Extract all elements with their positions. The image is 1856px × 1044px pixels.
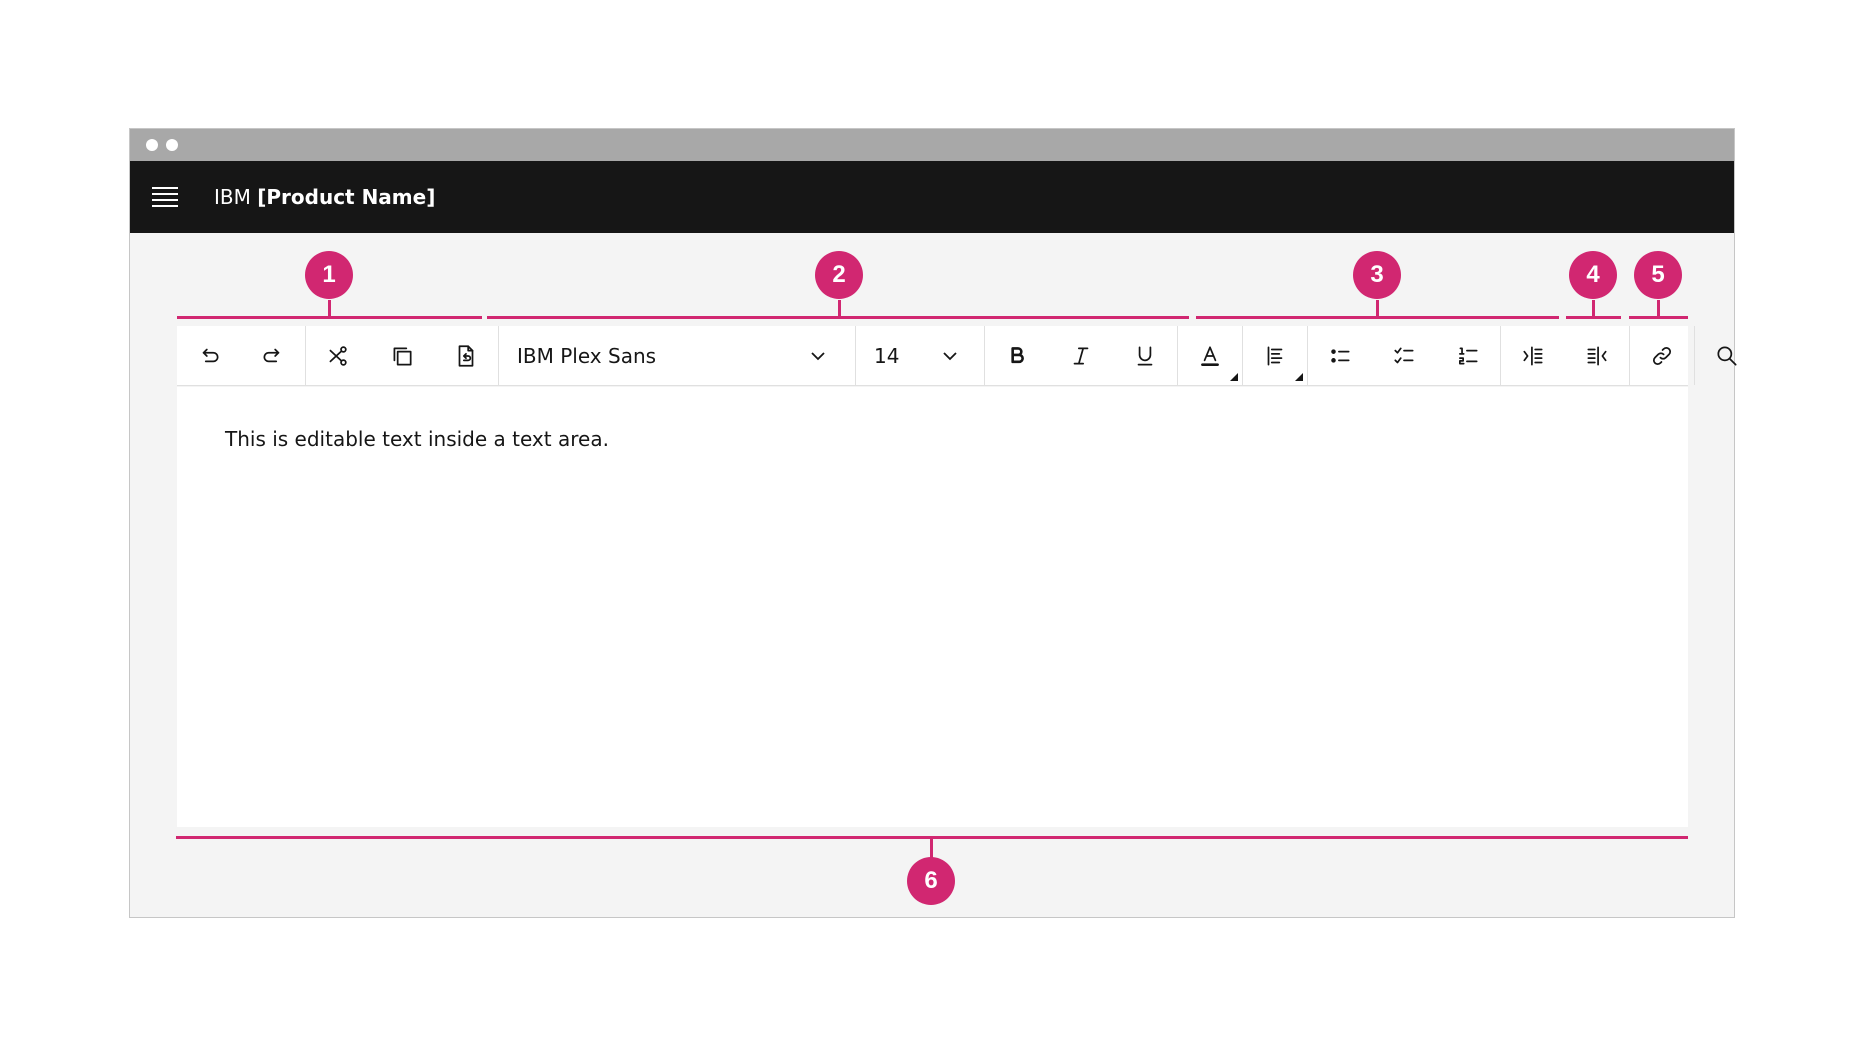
numbered-list-button[interactable] xyxy=(1436,326,1500,385)
annotation-stem xyxy=(838,300,841,317)
annotation-stem xyxy=(1376,300,1379,317)
link-icon xyxy=(1652,346,1672,365)
indent-icon xyxy=(1523,345,1543,366)
menu-indicator xyxy=(1230,373,1238,381)
text-color-button[interactable] xyxy=(1178,326,1242,385)
copy-button[interactable] xyxy=(370,326,434,385)
text-color-icon xyxy=(1201,345,1219,366)
font-family-value: IBM Plex Sans xyxy=(517,343,657,368)
annotation-badge: 2 xyxy=(815,251,863,299)
outdent-button[interactable] xyxy=(1565,326,1629,385)
undo-icon xyxy=(202,348,219,362)
window-titlebar xyxy=(130,129,1734,161)
product-name: [Product Name] xyxy=(257,185,436,209)
editor-toolbar: IBM Plex Sans 14 xyxy=(177,326,1737,386)
search-icon xyxy=(1717,345,1737,366)
chevron-down-icon xyxy=(943,351,957,360)
bulleted-list-button[interactable] xyxy=(1308,326,1372,385)
font-family-select[interactable]: IBM Plex Sans xyxy=(499,326,855,385)
indent-button[interactable] xyxy=(1501,326,1565,385)
redo-icon xyxy=(263,348,280,362)
search-button[interactable] xyxy=(1695,326,1759,385)
window-dot xyxy=(166,139,178,151)
paste-button[interactable] xyxy=(434,326,498,385)
numbered-list-icon xyxy=(1459,347,1478,364)
copy-icon xyxy=(393,347,412,366)
annotation-stem xyxy=(1592,300,1595,317)
editable-text[interactable]: This is editable text inside a text area… xyxy=(225,427,609,451)
paste-icon xyxy=(458,344,474,367)
annotation-stem xyxy=(930,838,933,858)
bulleted-list-icon xyxy=(1331,348,1350,363)
scissors-icon xyxy=(329,345,347,366)
brand-prefix: IBM xyxy=(214,185,251,209)
annotation-stem xyxy=(328,300,331,317)
font-size-value: 14 xyxy=(874,343,900,368)
align-left-icon xyxy=(1267,345,1283,366)
menu-icon[interactable] xyxy=(152,187,178,207)
annotation-badge: 6 xyxy=(907,857,955,905)
checklist-button[interactable] xyxy=(1372,326,1436,385)
italic-icon xyxy=(1073,347,1089,364)
text-area[interactable]: This is editable text inside a text area… xyxy=(177,387,1688,827)
annotation-stem xyxy=(1657,300,1660,317)
chevron-down-icon xyxy=(811,351,825,360)
undo-button[interactable] xyxy=(177,326,241,385)
redo-button[interactable] xyxy=(241,326,305,385)
annotation-badge: 3 xyxy=(1353,251,1401,299)
window-dot xyxy=(146,139,158,151)
cut-button[interactable] xyxy=(306,326,370,385)
annotation-badge: 1 xyxy=(305,251,353,299)
menu-indicator xyxy=(1295,373,1303,381)
italic-button[interactable] xyxy=(1049,326,1113,385)
underline-icon xyxy=(1137,345,1153,366)
underline-button[interactable] xyxy=(1113,326,1177,385)
link-button[interactable] xyxy=(1630,326,1694,385)
outdent-icon xyxy=(1587,345,1607,366)
align-button[interactable] xyxy=(1243,326,1307,385)
bold-icon xyxy=(1011,346,1024,363)
annotation-badge: 5 xyxy=(1634,251,1682,299)
bold-button[interactable] xyxy=(985,326,1049,385)
annotation-badge: 4 xyxy=(1569,251,1617,299)
checklist-icon xyxy=(1394,347,1414,363)
browser-window: IBM [Product Name] IBM Plex Sans 14 This… xyxy=(129,128,1737,918)
font-size-select[interactable]: 14 xyxy=(856,326,984,385)
app-brand[interactable]: IBM [Product Name] xyxy=(214,183,435,211)
app-header: IBM [Product Name] xyxy=(130,161,1734,233)
